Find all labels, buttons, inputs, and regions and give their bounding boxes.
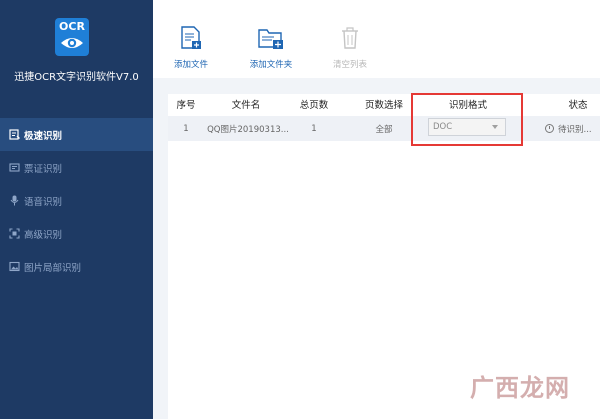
table-header: 序号 文件名 总页数 页数选择 识别格式 状态 xyxy=(168,94,600,114)
row-status-text: 待识别... xyxy=(558,124,592,135)
sidebar-item-image-partial-recognition[interactable]: 图片局部识别 xyxy=(0,250,153,283)
sidebar-item-label: 高级识别 xyxy=(24,229,63,241)
header-status: 状态 xyxy=(568,100,588,111)
microphone-icon xyxy=(9,195,20,206)
row-status: 待识别... xyxy=(545,116,592,141)
sidebar-item-fast-recognition[interactable]: 极速识别 xyxy=(0,118,153,151)
sidebar-item-label: 极速识别 xyxy=(24,130,63,142)
app-logo: OCR xyxy=(55,18,89,56)
add-file-icon xyxy=(181,26,201,49)
app-title: 迅捷OCR文字识别软件V7.0 xyxy=(14,72,139,83)
header-filename: 文件名 xyxy=(231,100,261,111)
table-row[interactable]: 1 QQ图片20190313... 1 全部 xyxy=(168,116,600,141)
add-file-button[interactable]: 添加文件 xyxy=(161,26,221,70)
toolbar: 添加文件 添加文件夹 清空列表 xyxy=(153,0,600,78)
clear-list-button[interactable]: 清空列表 xyxy=(320,26,380,70)
add-folder-label: 添加文件夹 xyxy=(249,60,293,70)
sidebar-item-label: 票证识别 xyxy=(24,163,63,175)
sidebar-item-voice-recognition[interactable]: 语音识别 xyxy=(0,184,153,217)
sidebar-item-label: 语音识别 xyxy=(24,196,63,208)
logo-text: OCR xyxy=(59,20,85,33)
add-file-label: 添加文件 xyxy=(173,60,208,70)
sidebar-item-label: 图片局部识别 xyxy=(24,262,82,274)
trash-icon xyxy=(342,27,358,49)
watermark: 广西龙网 xyxy=(470,374,570,402)
header-index: 序号 xyxy=(176,100,196,111)
row-filename: QQ图片20190313... xyxy=(207,124,289,135)
image-crop-icon xyxy=(9,261,20,272)
sidebar-item-ticket-recognition[interactable]: 票证识别 xyxy=(0,151,153,184)
format-column-highlight xyxy=(411,93,523,146)
add-folder-button[interactable]: 添加文件夹 xyxy=(241,26,301,70)
sidebar: OCR 迅捷OCR文字识别软件V7.0 极速识别 票证识别 语音识别 高级识别 … xyxy=(0,0,153,419)
row-index: 1 xyxy=(183,123,189,134)
clear-list-label: 清空列表 xyxy=(332,60,367,70)
scan-frame-icon xyxy=(9,228,20,239)
add-folder-icon xyxy=(258,29,283,49)
fast-recognition-icon xyxy=(9,129,20,140)
header-total-pages: 总页数 xyxy=(299,100,329,111)
sidebar-item-advanced-recognition[interactable]: 高级识别 xyxy=(0,217,153,250)
clock-icon xyxy=(545,124,554,133)
sidebar-nav: 极速识别 票证识别 语音识别 高级识别 图片局部识别 xyxy=(0,118,153,283)
ticket-recognition-icon xyxy=(9,162,20,173)
row-total-pages: 1 xyxy=(311,123,317,134)
eye-icon xyxy=(61,38,83,48)
